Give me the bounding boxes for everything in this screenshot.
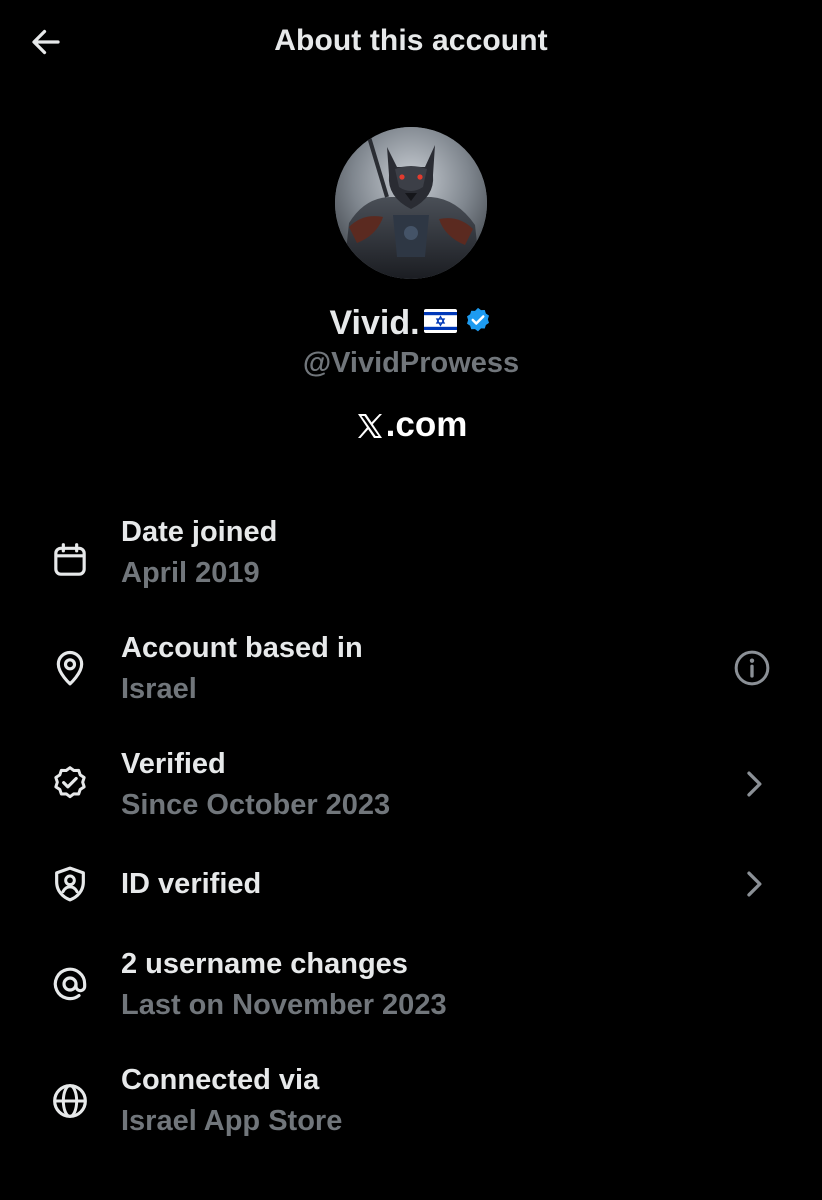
- display-name: Vivid.: [329, 304, 420, 342]
- row-subtitle: Israel App Store: [121, 1105, 343, 1137]
- row-title: Connected via: [121, 1064, 320, 1096]
- row-title: Date joined: [121, 516, 278, 548]
- site-label: .com: [0, 405, 822, 445]
- handle: @VividProwess: [302, 347, 520, 379]
- calendar-icon: [48, 538, 92, 582]
- row-subtitle: Since October 2023: [121, 789, 391, 821]
- verified-check-icon: [48, 762, 92, 806]
- globe-icon: [48, 1079, 92, 1123]
- row-title: Account based in: [121, 632, 363, 664]
- page-title: About this account: [274, 24, 548, 57]
- row-subtitle: April 2019: [121, 557, 260, 589]
- at-sign-icon: [48, 962, 92, 1006]
- info-button[interactable]: [730, 646, 774, 690]
- site-label-text: .com: [385, 405, 468, 444]
- verified-badge-icon: [463, 306, 493, 341]
- israel-flag-icon: [423, 309, 457, 338]
- row-title: Verified: [121, 748, 226, 780]
- row-subtitle: Last on November 2023: [121, 989, 447, 1021]
- row-title: ID verified: [121, 868, 262, 900]
- chevron-right-icon: [747, 871, 762, 897]
- avatar: [335, 127, 487, 279]
- row-title: 2 username changes: [121, 948, 408, 980]
- row-subtitle: Israel: [121, 673, 197, 705]
- x-logo-icon: [355, 409, 386, 441]
- display-name-row: Vivid.: [0, 304, 822, 343]
- id-verified-chevron[interactable]: [732, 862, 776, 906]
- location-pin-icon: [48, 646, 92, 690]
- info-icon: [734, 650, 770, 686]
- id-shield-icon: [48, 862, 92, 906]
- verified-chevron[interactable]: [732, 762, 776, 806]
- chevron-right-icon: [747, 771, 762, 797]
- top-bar: About this account: [0, 0, 822, 86]
